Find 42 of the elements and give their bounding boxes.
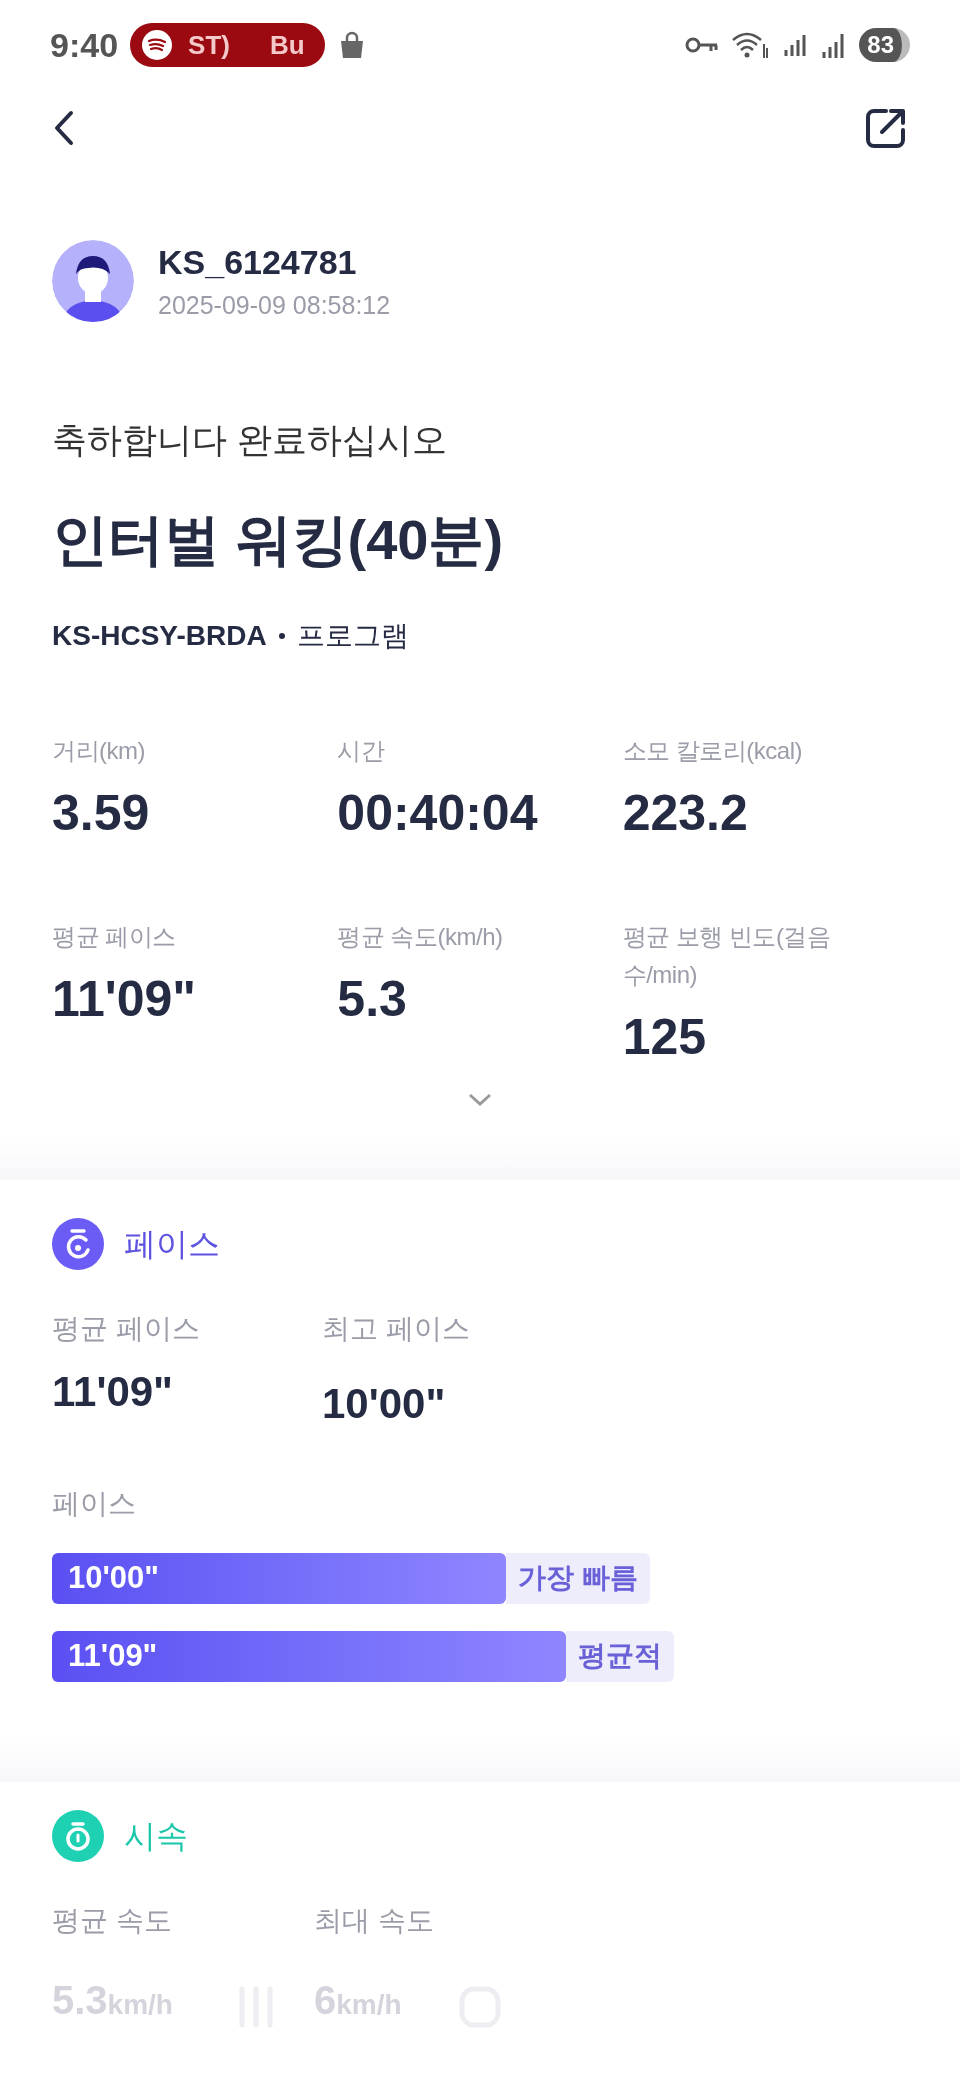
stat-value: 223.2 xyxy=(622,787,749,838)
key-icon xyxy=(685,35,720,55)
section-title: 페이스 xyxy=(124,1224,220,1264)
avatar-icon xyxy=(52,240,134,322)
expand-chevron-icon[interactable] xyxy=(467,1091,493,1108)
pace-bar: 10'00" xyxy=(52,1552,506,1604)
section-title: 시속 xyxy=(124,1816,188,1856)
stopwatch-icon xyxy=(52,1217,104,1270)
workout-datetime: 2025-09-09 08:58:12 xyxy=(158,292,391,318)
stat-value: 125 xyxy=(622,1011,708,1062)
stat-label: 평균 속도(km/h) xyxy=(337,921,504,952)
stat-label: 평균 페이스 xyxy=(52,921,177,952)
media-pill[interactable]: ST) Bu xyxy=(130,23,325,67)
workout-title: 인터벌 워킹(40분) xyxy=(52,506,505,573)
pace-tag: 가장 빠름 xyxy=(506,1552,650,1604)
stat-value: 3.59 xyxy=(52,787,151,838)
stat-value: 5.3 xyxy=(337,973,408,1024)
stat-value: 11'09" xyxy=(52,973,198,1024)
chart-label: 페이스 xyxy=(52,1486,137,1521)
media-text: Bu xyxy=(269,28,305,62)
media-text: ST) xyxy=(188,28,230,62)
metric-label: 평균 속도 xyxy=(52,1903,173,1938)
pace-tag: 평균적 xyxy=(566,1630,674,1682)
metric-value: 11'09" xyxy=(52,1366,175,1417)
program-label: 프로그램 xyxy=(296,618,409,653)
pace-bar: 11'09" xyxy=(52,1630,566,1682)
stat-label: 시간 xyxy=(337,735,386,766)
stat-value: 00:40:04 xyxy=(337,787,539,838)
stat-label: 거리(km) xyxy=(52,735,146,766)
metric-label: 최대 속도 xyxy=(314,1903,435,1938)
metric-label: 최고 페이스 xyxy=(322,1311,471,1346)
clock-time: 9:40 xyxy=(50,24,119,66)
username: KS_6124781 xyxy=(158,244,358,279)
battery-indicator: 83 xyxy=(859,28,910,62)
program-code: KS-HCSY-BRDA xyxy=(52,618,267,653)
stat-label: 소모 칼로리(kcal) xyxy=(622,735,803,766)
stopwatch-icon xyxy=(52,1809,104,1862)
stat-label: 평균 보행 빈도(걸음 수/min) xyxy=(622,921,832,990)
music-app-icon xyxy=(142,30,173,60)
metric-value: 10'00" xyxy=(322,1378,447,1429)
congrats-text: 축하합니다 완료하십시오 xyxy=(52,419,448,461)
metric-label: 평균 페이스 xyxy=(52,1311,201,1346)
